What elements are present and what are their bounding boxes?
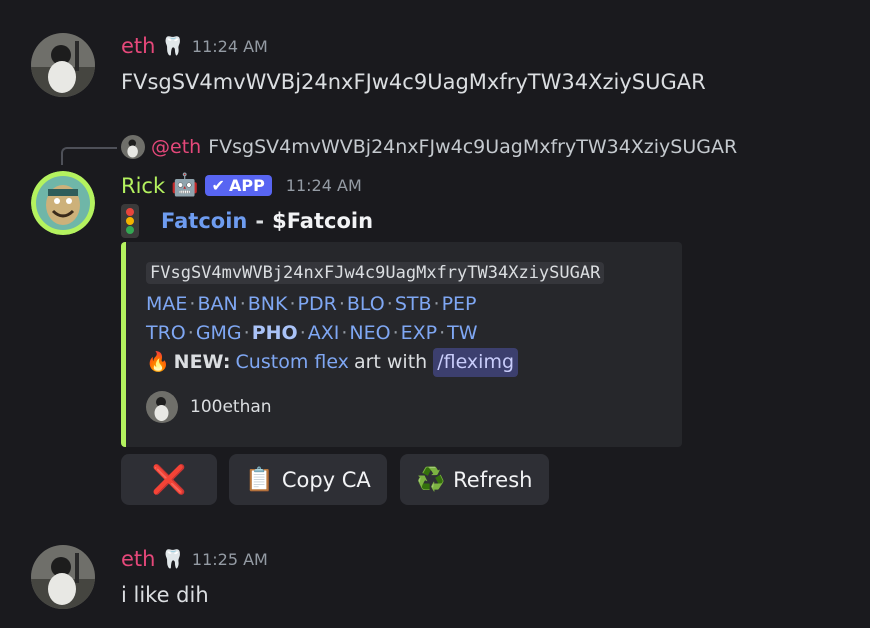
link-tw[interactable]: TW bbox=[447, 322, 477, 344]
contract-address-code[interactable]: FVsgSV4mvWVBj24nxFJw4c9UagMxfryTW34XziyS… bbox=[146, 262, 605, 284]
copy-ca-label: Copy CA bbox=[281, 467, 371, 492]
message-header: eth 🦷 11:24 AM bbox=[121, 34, 268, 58]
links-row-2: TRO · GMG · PHO · AXI · NEO · EXP · TW bbox=[146, 319, 682, 348]
link-pdr[interactable]: PDR bbox=[298, 293, 337, 315]
app-badge-label: APP bbox=[228, 176, 265, 195]
user-avatar-eth[interactable] bbox=[31, 33, 95, 97]
title-dash: - bbox=[255, 209, 265, 233]
copy-ca-button[interactable]: 📋 Copy CA bbox=[229, 454, 387, 505]
embed-footer: 100ethan bbox=[146, 391, 682, 423]
footer-avatar bbox=[146, 391, 178, 423]
custom-flex-link[interactable]: Custom flex bbox=[236, 348, 349, 377]
token-embed: FVsgSV4mvWVBj24nxFJw4c9UagMxfryTW34XziyS… bbox=[121, 242, 682, 447]
link-gmg[interactable]: GMG bbox=[196, 322, 242, 344]
braces-emoji-icon: 🦷 bbox=[161, 35, 184, 57]
link-separator: · bbox=[341, 322, 348, 344]
message-header: Rick 🤖 ✔ APP 11:24 AM bbox=[121, 173, 362, 198]
link-ban[interactable]: BAN bbox=[197, 293, 237, 315]
link-stb[interactable]: STB bbox=[395, 293, 432, 315]
link-pho[interactable]: PHO bbox=[252, 322, 298, 344]
link-mae[interactable]: MAE bbox=[146, 293, 187, 315]
fire-emoji-icon: 🔥 bbox=[146, 351, 170, 373]
checkmark-icon: ✔ bbox=[211, 176, 225, 195]
refresh-label: Refresh bbox=[453, 467, 533, 492]
chat-view: eth 🦷 11:24 AM FVsgSV4mvWVBj24nxFJw4c9Ua… bbox=[0, 0, 870, 628]
reply-connector bbox=[61, 147, 117, 165]
braces-emoji-icon: 🦷 bbox=[161, 548, 184, 570]
reply-preview[interactable]: @eth FVsgSV4mvWVBj24nxFJw4c9UagMxfryTW34… bbox=[121, 135, 737, 159]
link-separator: · bbox=[392, 322, 399, 344]
link-separator: · bbox=[239, 293, 246, 315]
links-row-1: MAE · BAN · BNK · PDR · BLO · STB · PEP bbox=[146, 290, 682, 319]
user-avatar-rick[interactable] bbox=[31, 171, 95, 235]
link-blo[interactable]: BLO bbox=[347, 293, 385, 315]
link-separator: · bbox=[289, 293, 296, 315]
fleximg-command[interactable]: /fleximg bbox=[433, 348, 519, 377]
message-text: FVsgSV4mvWVBj24nxFJw4c9UagMxfryTW34XziyS… bbox=[121, 70, 706, 94]
recycle-icon: ♻️ bbox=[416, 467, 446, 493]
message-header: eth 🦷 11:25 AM bbox=[121, 547, 268, 571]
token-name-link[interactable]: Fatcoin bbox=[161, 209, 247, 233]
token-title: Fatcoin - $Fatcoin bbox=[121, 204, 373, 238]
link-tro[interactable]: TRO bbox=[146, 322, 186, 344]
author-name[interactable]: eth bbox=[121, 34, 155, 58]
clipboard-icon: 📋 bbox=[245, 467, 274, 493]
traffic-light-icon bbox=[121, 204, 139, 238]
timestamp[interactable]: 11:24 AM bbox=[192, 37, 268, 56]
robot-emoji-icon: 🤖 bbox=[171, 173, 199, 198]
reply-avatar bbox=[121, 135, 145, 159]
link-bnk[interactable]: BNK bbox=[248, 293, 288, 315]
link-axi[interactable]: AXI bbox=[308, 322, 340, 344]
timestamp[interactable]: 11:25 AM bbox=[192, 550, 268, 569]
token-ticker: $Fatcoin bbox=[272, 209, 374, 233]
app-badge: ✔ APP bbox=[204, 175, 272, 196]
close-icon: ❌ bbox=[151, 463, 187, 496]
user-avatar-eth[interactable] bbox=[31, 545, 95, 609]
refresh-button[interactable]: ♻️ Refresh bbox=[400, 454, 549, 505]
author-name[interactable]: Rick bbox=[121, 174, 165, 198]
link-separator: · bbox=[187, 322, 194, 344]
close-button[interactable]: ❌ bbox=[121, 454, 217, 505]
reply-text: FVsgSV4mvWVBj24nxFJw4c9UagMxfryTW34XziyS… bbox=[208, 136, 738, 158]
link-separator: · bbox=[386, 293, 393, 315]
reply-mention[interactable]: @eth bbox=[151, 136, 201, 158]
link-neo[interactable]: NEO bbox=[349, 322, 390, 344]
message-text: i like dih bbox=[121, 583, 209, 607]
author-name[interactable]: eth bbox=[121, 547, 155, 571]
link-exp[interactable]: EXP bbox=[401, 322, 437, 344]
link-separator: · bbox=[299, 322, 306, 344]
new-label: NEW: bbox=[173, 351, 231, 373]
new-feature-line: 🔥 NEW: Custom flex art with /fleximg bbox=[146, 348, 682, 377]
link-separator: · bbox=[439, 322, 446, 344]
link-separator: · bbox=[338, 293, 345, 315]
footer-author: 100ethan bbox=[190, 397, 272, 417]
link-pep[interactable]: PEP bbox=[442, 293, 477, 315]
timestamp[interactable]: 11:24 AM bbox=[286, 176, 362, 195]
new-text: art with bbox=[353, 351, 428, 373]
link-separator: · bbox=[433, 293, 440, 315]
link-separator: · bbox=[243, 322, 250, 344]
link-separator: · bbox=[189, 293, 196, 315]
